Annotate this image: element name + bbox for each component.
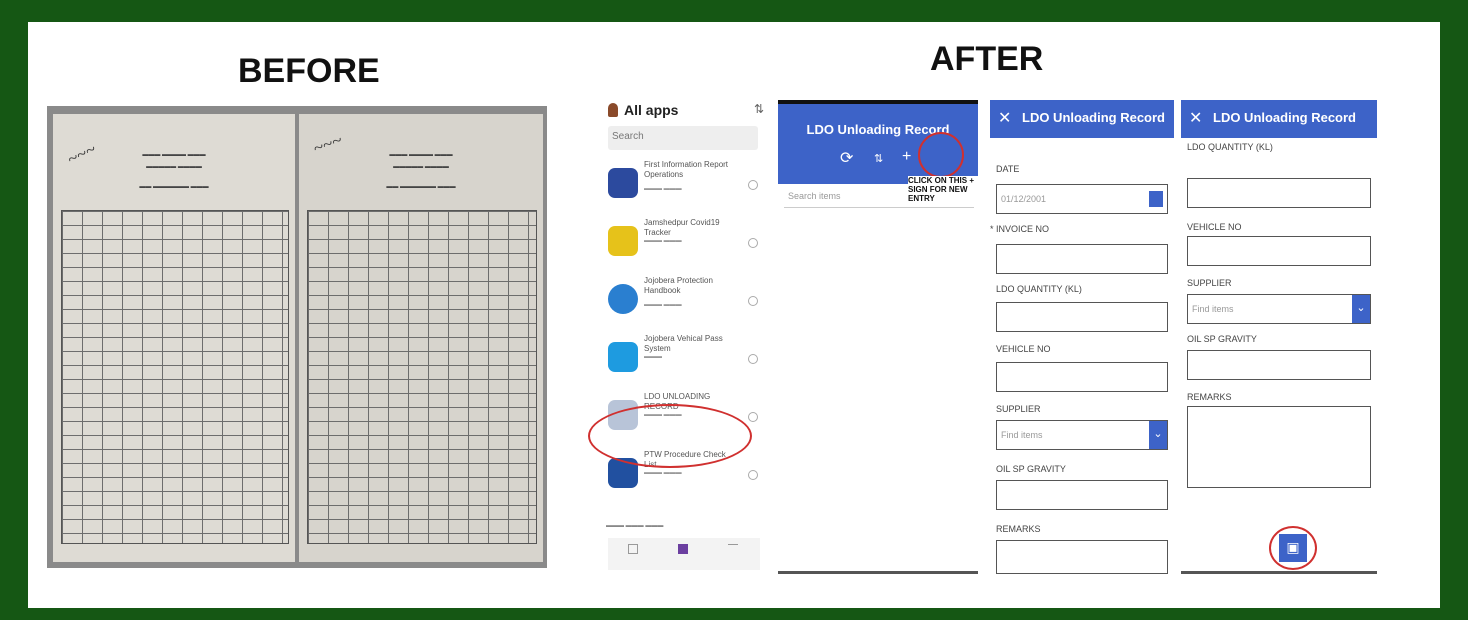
vehicle-field[interactable]: [1187, 236, 1371, 266]
info-icon[interactable]: [748, 412, 758, 422]
form-title: LDO Unloading Record: [1022, 110, 1165, 125]
more-icon[interactable]: [728, 544, 738, 554]
highlight-circle: [918, 132, 964, 178]
divider: [778, 571, 978, 574]
close-icon[interactable]: ✕: [1189, 108, 1202, 128]
sort-icon[interactable]: ⇅: [754, 102, 764, 116]
app-name: Jamshedpur Covid19 Tracker: [644, 218, 720, 237]
record-list-screen: LDO Unloading Record ⟳ ⇅ + Search items …: [778, 100, 984, 574]
invoice-label: * INVOICE NO: [990, 224, 1050, 234]
more-apps-link[interactable]: ▬▬▬ ▬▬▬ ▬▬▬: [606, 523, 663, 529]
quantity-label: LDO QUANTITY (KL): [1187, 142, 1273, 152]
gravity-label: OIL SP GRAVITY: [1187, 334, 1257, 344]
app-name: First Information Report Operations: [644, 160, 729, 179]
new-record-form: ✕ LDO Unloading Record DATE 01/12/2001 *…: [990, 100, 1174, 574]
instruction-note: CLICK ON THIS + SIGN FOR NEW ENTRY: [908, 176, 984, 203]
tracker-icon: [608, 226, 638, 256]
date-field[interactable]: 01/12/2001: [996, 184, 1168, 214]
gravity-label: OIL SP GRAVITY: [996, 464, 1066, 474]
highlight-circle: [1269, 526, 1317, 570]
date-value: 01/12/2001: [1001, 194, 1047, 204]
app-item-vehical-pass[interactable]: Jojobera Vehical Pass System ▬▬▬: [608, 334, 758, 392]
app-item-covid[interactable]: Jamshedpur Covid19 Tracker ▬▬▬ ▬▬▬: [608, 218, 758, 276]
home-icon[interactable]: [628, 544, 638, 554]
list-icon: [608, 168, 638, 198]
divider: [1181, 571, 1377, 574]
vehicle-field[interactable]: [996, 362, 1168, 392]
supplier-placeholder: Find items: [1001, 430, 1043, 440]
app-item-protection[interactable]: Jojobera Protection Handbook ▬▬▬ ▬▬▬: [608, 276, 758, 334]
quantity-field[interactable]: [1187, 178, 1371, 208]
highlight-circle: [588, 404, 752, 468]
chevron-down-icon[interactable]: ⌄: [1352, 295, 1370, 323]
supplier-dropdown[interactable]: Find items ⌄: [1187, 294, 1371, 324]
date-label: DATE: [996, 164, 1020, 174]
form-title: LDO Unloading Record: [1213, 110, 1356, 125]
app-item-fir[interactable]: First Information Report Operations ▬▬▬ …: [608, 160, 758, 218]
app-meta: ▬▬▬ ▬▬▬: [644, 302, 682, 308]
user-avatar-icon: [608, 103, 618, 117]
remarks-label: REMARKS: [996, 524, 1041, 534]
app-name: Jojobera Protection Handbook: [644, 276, 713, 295]
supplier-label: SUPPLIER: [1187, 278, 1232, 288]
quantity-label: LDO QUANTITY (KL): [996, 284, 1082, 294]
app-meta: ▬▬▬: [644, 354, 662, 360]
before-heading: BEFORE: [238, 52, 380, 90]
info-icon[interactable]: [748, 354, 758, 364]
after-heading: AFTER: [930, 40, 1044, 78]
gravity-field[interactable]: [1187, 350, 1371, 380]
remarks-label: REMARKS: [1187, 392, 1232, 402]
supplier-placeholder: Find items: [1192, 304, 1234, 314]
vehicle-label: VEHICLE NO: [1187, 222, 1242, 232]
supplier-label: SUPPLIER: [996, 404, 1041, 414]
remarks-field[interactable]: [1187, 406, 1371, 488]
quantity-field[interactable]: [996, 302, 1168, 332]
bottom-nav: [608, 538, 760, 570]
supplier-dropdown[interactable]: Find items ⌄: [996, 420, 1168, 450]
calendar-icon[interactable]: [1149, 191, 1163, 207]
warning-icon: [608, 284, 638, 314]
refresh-icon[interactable]: ⟳: [840, 148, 853, 168]
app-meta: ▬▬▬ ▬▬▬: [644, 238, 682, 244]
sort-icon[interactable]: ⇅: [874, 152, 883, 165]
apps-grid-icon[interactable]: [678, 544, 688, 554]
app-meta: ▬▬▬ ▬▬▬: [644, 470, 682, 476]
form-header: ✕ LDO Unloading Record: [990, 100, 1174, 138]
logbook-left-page: ~~~ ▬▬▬ ▬▬▬▬ ▬▬▬ ▬▬▬▬▬ ▬▬▬▬ ▬▬ ▬▬▬▬▬▬ ▬▬…: [53, 114, 295, 562]
app-name: Jojobera Vehical Pass System: [644, 334, 723, 353]
info-icon[interactable]: [748, 470, 758, 480]
app-search-input[interactable]: Search: [608, 126, 758, 150]
items-search-input[interactable]: Search items: [784, 184, 974, 208]
pass-icon: [608, 342, 638, 372]
record-form-scrolled: ✕ LDO Unloading Record LDO QUANTITY (KL)…: [1181, 100, 1377, 574]
vehicle-label: VEHICLE NO: [996, 344, 1051, 354]
app-list-title: All apps: [624, 102, 679, 118]
close-icon[interactable]: ✕: [998, 108, 1011, 128]
chevron-down-icon[interactable]: ⌄: [1149, 421, 1167, 449]
info-icon[interactable]: [748, 296, 758, 306]
remarks-field[interactable]: [996, 540, 1168, 574]
add-icon[interactable]: +: [902, 148, 911, 166]
logbook-grid: [307, 210, 537, 544]
gravity-field[interactable]: [996, 480, 1168, 510]
form-header: ✕ LDO Unloading Record: [1181, 100, 1377, 138]
logbook-right-page: ~~~ ▬▬▬ ▬▬▬▬ ▬▬▬ ▬▬▬▬▬ ▬▬▬▬ ▬▬ ▬▬▬▬▬▬ ▬▬…: [299, 114, 543, 562]
app-meta: ▬▬▬ ▬▬▬: [644, 186, 682, 192]
info-icon[interactable]: [748, 238, 758, 248]
logbook-grid: [61, 210, 289, 544]
app-list-screen: All apps ⇅ Search First Information Repo…: [588, 100, 764, 570]
info-icon[interactable]: [748, 180, 758, 190]
invoice-field[interactable]: [996, 244, 1168, 274]
logbook-photo: ~~~ ▬▬▬ ▬▬▬▬ ▬▬▬ ▬▬▬▬▬ ▬▬▬▬ ▬▬ ▬▬▬▬▬▬ ▬▬…: [47, 106, 547, 568]
